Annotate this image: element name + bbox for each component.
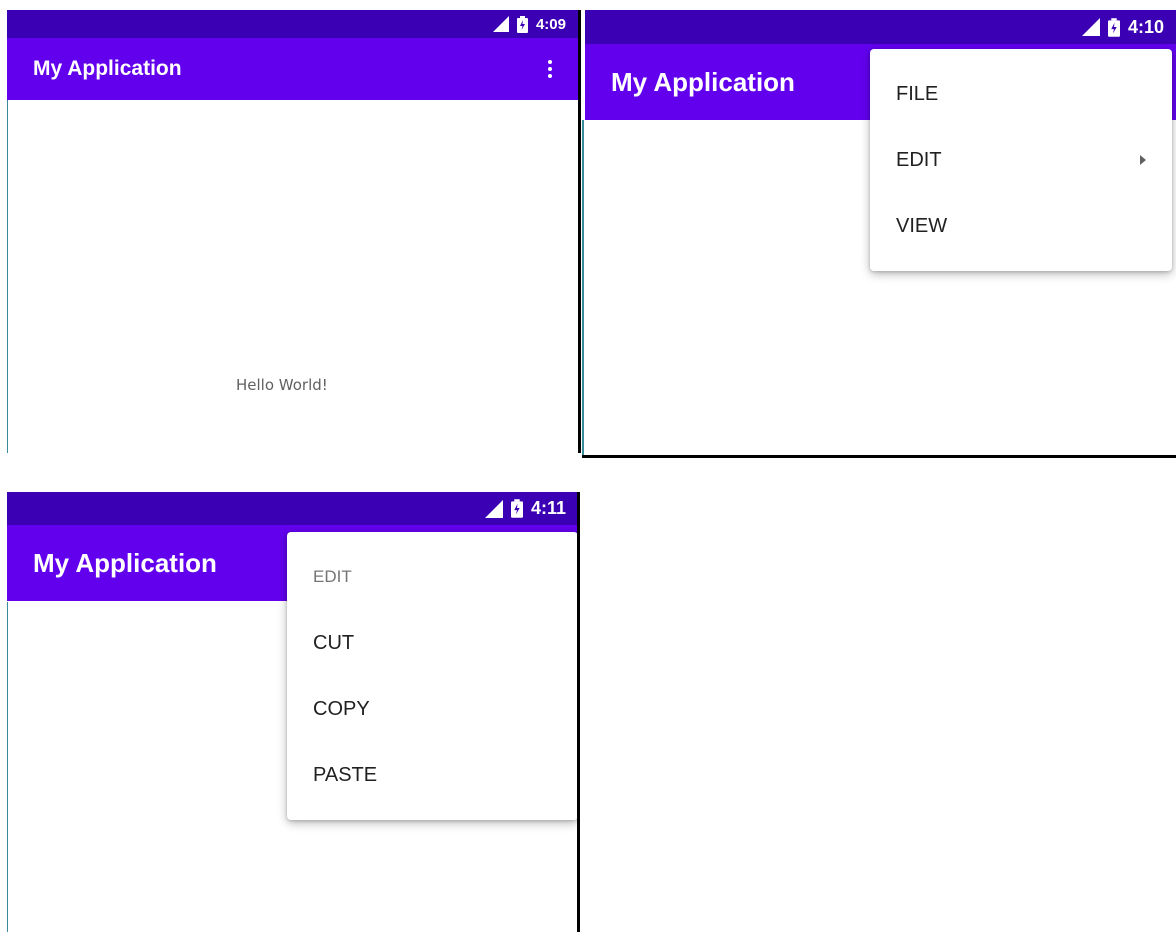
app-title: My Application	[611, 66, 795, 97]
battery-icon	[510, 499, 523, 518]
status-time: 4:11	[530, 498, 566, 518]
edit-submenu: EDIT CUT COPY PASTE	[287, 532, 578, 820]
menu-item-file[interactable]: FILE	[870, 61, 1172, 127]
status-bar: 4:09	[7, 10, 578, 38]
status-icons: 4:11	[484, 498, 578, 519]
menu-item-label: FILE	[896, 82, 939, 105]
more-vert-icon[interactable]	[538, 54, 562, 84]
submenu-header: EDIT	[313, 567, 352, 586]
status-bar: 4:11	[7, 492, 578, 525]
status-bar: 4:10	[585, 10, 1176, 44]
menu-item-edit[interactable]: EDIT	[870, 127, 1172, 193]
menu-item-copy[interactable]: COPY	[287, 676, 578, 742]
battery-icon	[1107, 17, 1120, 37]
arrow-right-icon	[1140, 155, 1146, 165]
signal-icon	[492, 16, 509, 32]
screen-3-right-edge	[577, 492, 580, 932]
signal-icon	[1081, 18, 1100, 36]
screen-3-left-edge	[7, 602, 8, 932]
status-icons: 4:09	[492, 15, 578, 33]
screen-3: 4:11 My Application EDIT CUT COPY PASTE	[7, 492, 578, 932]
menu-item-label: VIEW	[896, 214, 948, 237]
screen-1: 4:09 My Application Hello World!	[7, 10, 578, 453]
hello-text: Hello World!	[236, 376, 328, 394]
menu-item-label: COPY	[313, 697, 370, 720]
status-icons: 4:10	[1081, 16, 1176, 38]
screen-1-left-edge	[7, 100, 8, 453]
app-bar: My Application	[7, 38, 578, 100]
menu-item-label: EDIT	[896, 148, 942, 171]
menu-item-view[interactable]: VIEW	[870, 193, 1172, 259]
screen-2-bottom-edge	[582, 455, 1176, 458]
status-time: 4:09	[535, 15, 566, 33]
status-time: 4:10	[1127, 16, 1164, 37]
signal-icon	[484, 499, 503, 518]
app-title: My Application	[33, 57, 182, 80]
overflow-menu: FILE EDIT VIEW	[870, 49, 1172, 271]
menu-item-paste[interactable]: PASTE	[287, 742, 578, 808]
screen-2: 4:10 My Application FILE EDIT VIEW	[585, 10, 1176, 456]
menu-item-label: PASTE	[313, 763, 378, 786]
menu-item-cut[interactable]: CUT	[287, 610, 578, 676]
screen-2-left-edge	[582, 120, 584, 456]
battery-icon	[516, 15, 528, 33]
menu-item-label: CUT	[313, 631, 355, 654]
screen-1-right-edge	[578, 10, 581, 453]
app-title: My Application	[33, 547, 217, 578]
